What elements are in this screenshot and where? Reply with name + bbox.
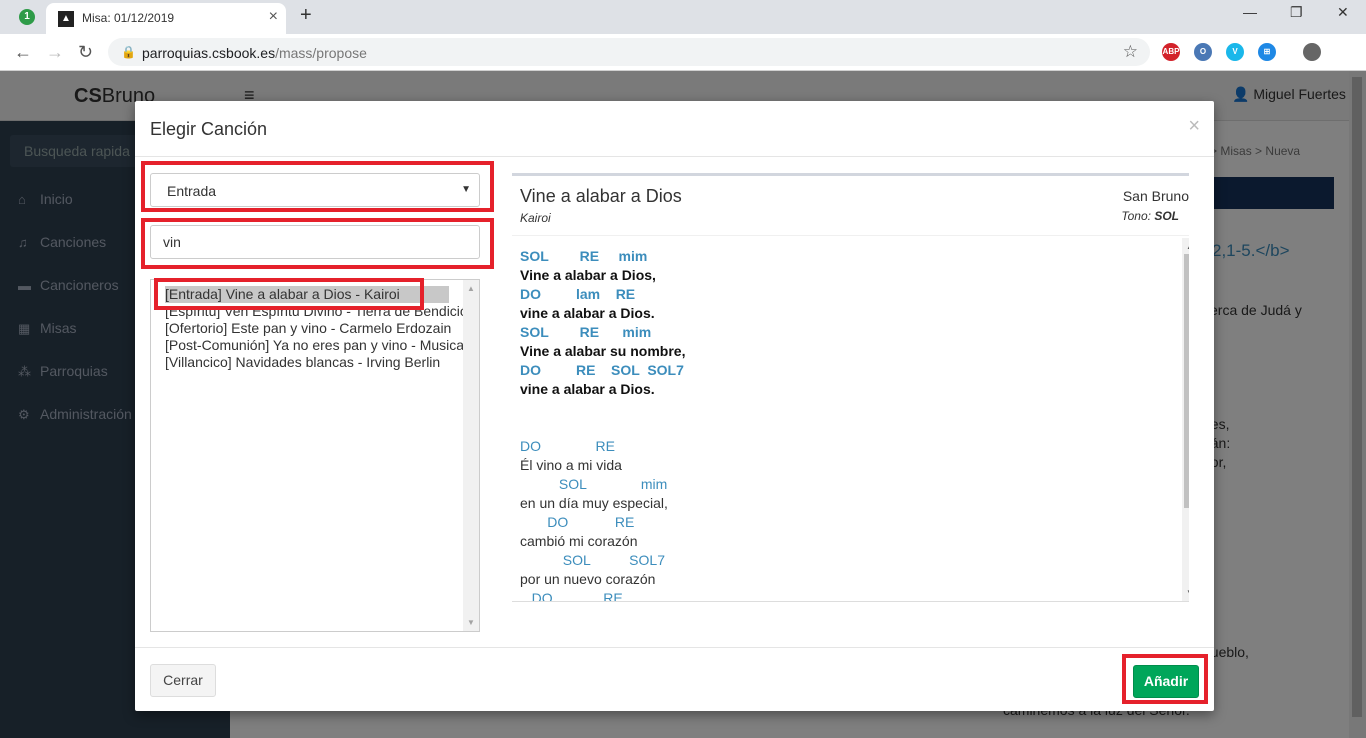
scroll-up-icon[interactable]: ▲ xyxy=(1186,242,1189,251)
song-key: Tono: SOL xyxy=(1121,209,1179,223)
scroll-up-icon[interactable]: ▲ xyxy=(467,284,475,293)
address-bar[interactable]: 🔒 parroquias.csbook.es/mass/propose ☆ xyxy=(108,38,1150,66)
modal-title: Elegir Canción xyxy=(150,119,268,139)
song-parish: San Bruno xyxy=(1122,188,1189,204)
lyric-line: Vine a alabar a Dios, xyxy=(520,267,656,283)
tab-group-badge[interactable]: 1 xyxy=(19,9,35,25)
back-icon[interactable]: ← xyxy=(14,42,32,63)
chord-line: SOL SOL7 xyxy=(520,552,665,568)
chord-line: SOL RE mim xyxy=(520,248,648,264)
song-result-item[interactable]: [Villancico] Navidades blancas - Irving … xyxy=(165,354,463,371)
window-close-icon[interactable]: ✕ xyxy=(1337,4,1349,21)
windows-icon[interactable]: ⊞ xyxy=(1258,43,1276,61)
highlight-add-button xyxy=(1122,654,1208,704)
highlight-category-select xyxy=(141,161,494,212)
scroll-down-icon[interactable]: ▼ xyxy=(467,618,475,627)
lyric-line: cambió mi corazón xyxy=(520,533,638,549)
close-button[interactable]: Cerrar xyxy=(150,664,216,697)
browser-tab[interactable]: ▲ Misa: 01/12/2019 × xyxy=(46,3,286,34)
chord-line: DO RE xyxy=(520,590,623,602)
chord-line: DO lam RE xyxy=(520,286,636,302)
tab-close-icon[interactable]: × xyxy=(269,8,278,26)
modal-close-icon[interactable]: × xyxy=(1188,115,1200,138)
lyrics-scrollbar[interactable]: ▲ ▼ xyxy=(1182,238,1189,601)
url-text: parroquias.csbook.es/mass/propose xyxy=(142,45,367,61)
chord-line: SOL mim xyxy=(520,476,668,492)
tab-title: Misa: 01/12/2019 xyxy=(82,11,175,25)
song-preview-panel: Vine a alabar a Dios Kairoi San Bruno To… xyxy=(512,173,1189,602)
chord-line: SOL RE mim xyxy=(520,324,652,340)
new-tab-icon[interactable]: + xyxy=(300,4,312,27)
browser-toolbar: ← → ↻ 🔒 parroquias.csbook.es/mass/propos… xyxy=(0,34,1366,71)
site-favicon-icon: ▲ xyxy=(58,11,74,27)
highlight-search-input xyxy=(141,218,494,269)
song-result-item[interactable]: [Ofertorio] Este pan y vino - Carmelo Er… xyxy=(165,320,463,337)
minimize-icon[interactable]: — xyxy=(1243,4,1257,20)
lyric-line: Vine a alabar su nombre, xyxy=(520,343,686,359)
lyric-line: por un nuevo corazón xyxy=(520,571,656,587)
profile-avatar-icon[interactable] xyxy=(1303,43,1321,61)
chord-line: DO RE SOL SOL7 xyxy=(520,362,684,378)
restore-icon[interactable]: ❐ xyxy=(1290,4,1303,21)
modal-header: Elegir Canción × xyxy=(135,101,1214,157)
song-author: Kairoi xyxy=(520,211,551,225)
reload-icon[interactable]: ↻ xyxy=(78,42,93,63)
bookmark-star-icon[interactable]: ☆ xyxy=(1123,42,1138,62)
song-results-list[interactable]: [Entrada] Vine a alabar a Dios - Kairoi[… xyxy=(150,279,480,632)
lyric-line: en un día muy especial, xyxy=(520,495,668,511)
song-title: Vine a alabar a Dios xyxy=(520,186,682,206)
lyric-line: vine a alabar a Dios. xyxy=(520,381,655,397)
browser-tabbar: 1 ▲ Misa: 01/12/2019 × + — ❐ ✕ xyxy=(0,0,1366,34)
scrollbar-thumb[interactable] xyxy=(1184,254,1189,508)
highlight-first-result xyxy=(154,278,424,310)
lyric-line: Él vino a mi vida xyxy=(520,457,622,473)
song-preview-header: Vine a alabar a Dios Kairoi San Bruno To… xyxy=(512,176,1189,236)
abp-icon[interactable]: ABP xyxy=(1162,43,1180,61)
lock-icon: 🔒 xyxy=(121,45,136,59)
chord-line: DO RE xyxy=(520,514,635,530)
results-scrollbar[interactable]: ▲ ▼ xyxy=(463,280,479,631)
chord-line: DO RE xyxy=(520,438,615,454)
modal-footer: Cerrar Añadir xyxy=(135,647,1214,711)
extension-o-icon[interactable]: O xyxy=(1194,43,1212,61)
forward-icon[interactable]: → xyxy=(46,42,64,63)
scroll-down-icon[interactable]: ▼ xyxy=(1186,588,1189,597)
song-result-item[interactable]: [Post-Comunión] Ya no eres pan y vino - … xyxy=(165,337,463,354)
vimeo-icon[interactable]: V xyxy=(1226,43,1244,61)
song-lyrics[interactable]: SOL RE mim Vine a alabar a Dios, DO lam RE… xyxy=(512,238,1189,602)
lyric-line: vine a alabar a Dios. xyxy=(520,305,655,321)
